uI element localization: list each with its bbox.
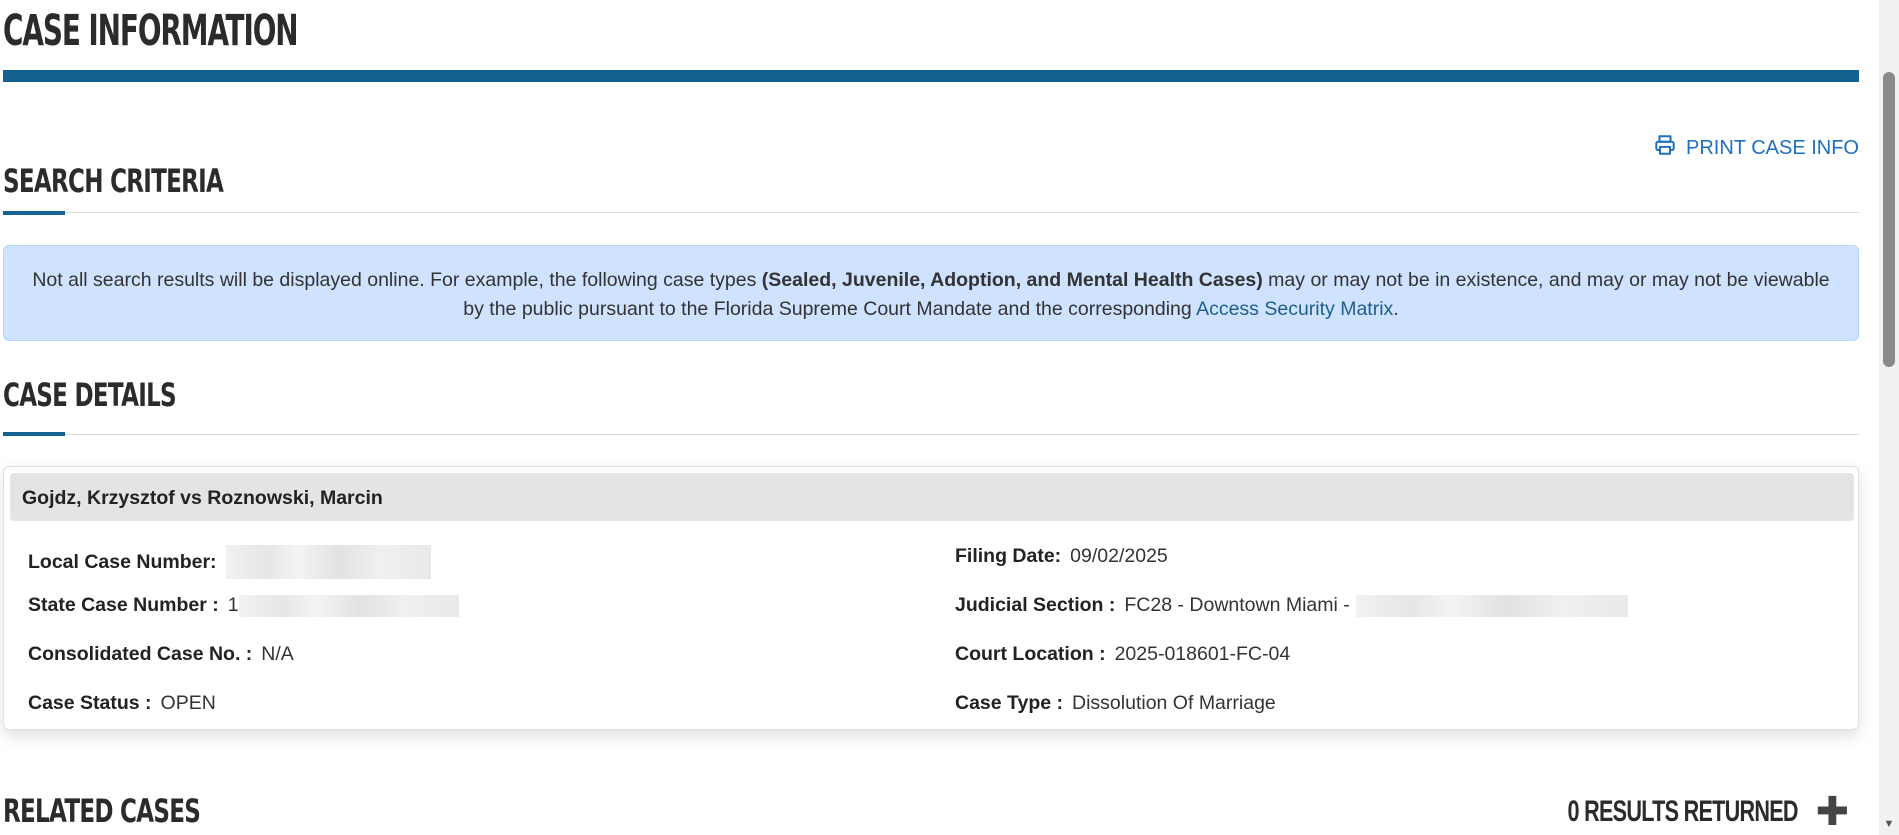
redacted-local-case-number — [225, 545, 431, 579]
related-cases-results: 0 RESULTS RETURNED ✚ — [1478, 792, 1859, 832]
consolidated-case-field: Consolidated Case No. : N/A — [28, 643, 294, 666]
case-details-accent — [3, 432, 65, 436]
case-details-title: CASE DETAILS — [3, 376, 177, 414]
redacted-state-case-number — [238, 594, 459, 617]
search-criteria-rule — [3, 212, 1859, 213]
title-divider — [3, 70, 1859, 82]
case-type-field: Case Type : Dissolution Of Marriage — [955, 692, 1276, 715]
search-criteria-title: SEARCH CRITERIA — [3, 162, 224, 200]
print-case-info-label: PRINT CASE INFO — [1686, 136, 1859, 159]
state-case-number-prefix: 1 — [227, 594, 239, 616]
consolidated-label: Consolidated Case No. : — [28, 643, 253, 665]
case-type-value: Dissolution Of Marriage — [1072, 692, 1276, 714]
case-status-value: OPEN — [160, 692, 216, 714]
case-status-label: Case Status : — [28, 692, 152, 714]
filing-date-label: Filing Date: — [955, 545, 1062, 567]
state-case-number-field: State Case Number : 1 — [28, 594, 459, 617]
case-details-card: Gojdz, Krzysztof vs Roznowski, Marcin Lo… — [3, 466, 1859, 730]
access-security-matrix-link[interactable]: Access Security Matrix — [1196, 298, 1393, 320]
page-title: CASE INFORMATION — [3, 6, 299, 56]
scrollbar-thumb[interactable] — [1883, 72, 1895, 367]
scroll-down-arrow-icon[interactable]: ▼ — [1883, 819, 1895, 830]
redacted-judicial-section — [1355, 594, 1628, 617]
consolidated-value: N/A — [261, 643, 294, 665]
vertical-scrollbar[interactable]: ▼ — [1879, 0, 1899, 835]
printer-icon — [1654, 134, 1676, 162]
notice-text: Not all search results will be displayed… — [32, 269, 762, 291]
filing-date-field: Filing Date: 09/02/2025 — [955, 545, 1168, 568]
state-case-number-label: State Case Number : — [28, 594, 219, 616]
judicial-section-label: Judicial Section : — [955, 594, 1116, 616]
search-criteria-accent — [3, 211, 65, 215]
court-location-value: 2025-018601-FC-04 — [1114, 643, 1291, 665]
judicial-section-field: Judicial Section : FC28 - Downtown Miami… — [955, 594, 1628, 617]
search-notice: Not all search results will be displayed… — [3, 245, 1859, 341]
notice-period: . — [1393, 298, 1399, 320]
case-details-rule — [3, 434, 1859, 435]
court-location-label: Court Location : — [955, 643, 1106, 665]
court-location-field: Court Location : 2025-018601-FC-04 — [955, 643, 1290, 666]
judicial-section-value: FC28 - Downtown Miami - — [1124, 594, 1350, 616]
print-case-info-link[interactable]: PRINT CASE INFO — [1654, 134, 1859, 162]
local-case-number-field: Local Case Number: — [28, 545, 431, 579]
local-case-number-label: Local Case Number: — [28, 550, 217, 573]
related-cases-title: RELATED CASES — [3, 792, 201, 830]
case-status-field: Case Status : OPEN — [28, 692, 216, 715]
plus-icon[interactable]: ✚ — [1815, 792, 1849, 832]
case-type-label: Case Type : — [955, 692, 1064, 714]
results-count: 0 RESULTS RETURNED — [1567, 795, 1798, 828]
filing-date-value: 09/02/2025 — [1070, 545, 1168, 567]
case-title: Gojdz, Krzysztof vs Roznowski, Marcin — [10, 473, 1854, 521]
notice-bold-text: (Sealed, Juvenile, Adoption, and Mental … — [761, 269, 1263, 291]
